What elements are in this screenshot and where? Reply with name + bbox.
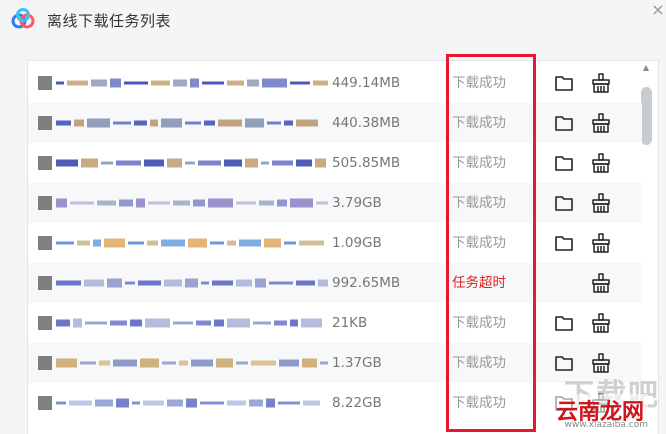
- clean-brush-icon[interactable]: [590, 112, 612, 134]
- folder-icon[interactable]: [554, 313, 574, 333]
- offline-download-window: 离线下载任务列表 × ▲ 449.14MB 下载成功 440.38MB 下载成功 505…: [0, 0, 666, 434]
- task-filename-redacted: [38, 153, 328, 173]
- folder-icon[interactable]: [554, 233, 574, 253]
- clean-brush-icon[interactable]: [590, 232, 612, 254]
- task-filename-redacted: [38, 393, 328, 413]
- task-size: 1.09GB: [332, 235, 382, 251]
- watermark-url: www.xiazaiba.com: [564, 420, 648, 430]
- task-size: 449.14MB: [332, 75, 401, 91]
- task-row[interactable]: 440.38MB 下载成功: [28, 103, 642, 143]
- watermark: 下载吧 云南龙网 www.xiazaiba.com: [520, 370, 660, 432]
- folder-icon[interactable]: [554, 153, 574, 173]
- task-row[interactable]: 3.79GB 下载成功: [28, 183, 642, 223]
- task-row[interactable]: 449.14MB 下载成功: [28, 63, 642, 103]
- task-row[interactable]: 992.65MB 任务超时: [28, 263, 642, 303]
- task-row[interactable]: 21KB 下载成功: [28, 303, 642, 343]
- clean-brush-icon[interactable]: [590, 272, 612, 294]
- task-filename-redacted: [38, 353, 328, 373]
- task-size: 440.38MB: [332, 115, 401, 131]
- window-title: 离线下载任务列表: [47, 12, 172, 30]
- folder-icon[interactable]: [554, 113, 574, 133]
- task-filename-redacted: [38, 113, 328, 133]
- close-button[interactable]: ×: [650, 1, 666, 21]
- task-size: 1.37GB: [332, 355, 382, 371]
- task-row[interactable]: 505.85MB 下载成功: [28, 143, 642, 183]
- clean-brush-icon[interactable]: [590, 152, 612, 174]
- task-size: 3.79GB: [332, 195, 382, 211]
- title-bar: 离线下载任务列表 ×: [0, 0, 666, 40]
- task-row[interactable]: 1.09GB 下载成功: [28, 223, 642, 263]
- task-filename-redacted: [38, 273, 328, 293]
- task-size: 8.22GB: [332, 395, 382, 411]
- task-size: 505.85MB: [332, 155, 401, 171]
- task-filename-redacted: [38, 233, 328, 253]
- task-filename-redacted: [38, 313, 328, 333]
- folder-icon[interactable]: [554, 73, 574, 93]
- task-filename-redacted: [38, 73, 328, 93]
- clean-brush-icon[interactable]: [590, 312, 612, 334]
- baidu-netdisk-logo-icon: [11, 8, 35, 29]
- clean-brush-icon[interactable]: [590, 72, 612, 94]
- task-size: 21KB: [332, 315, 368, 331]
- task-size: 992.65MB: [332, 275, 401, 291]
- folder-icon[interactable]: [554, 193, 574, 213]
- clean-brush-icon[interactable]: [590, 192, 612, 214]
- scrollbar-thumb[interactable]: [641, 87, 652, 145]
- task-filename-redacted: [38, 193, 328, 213]
